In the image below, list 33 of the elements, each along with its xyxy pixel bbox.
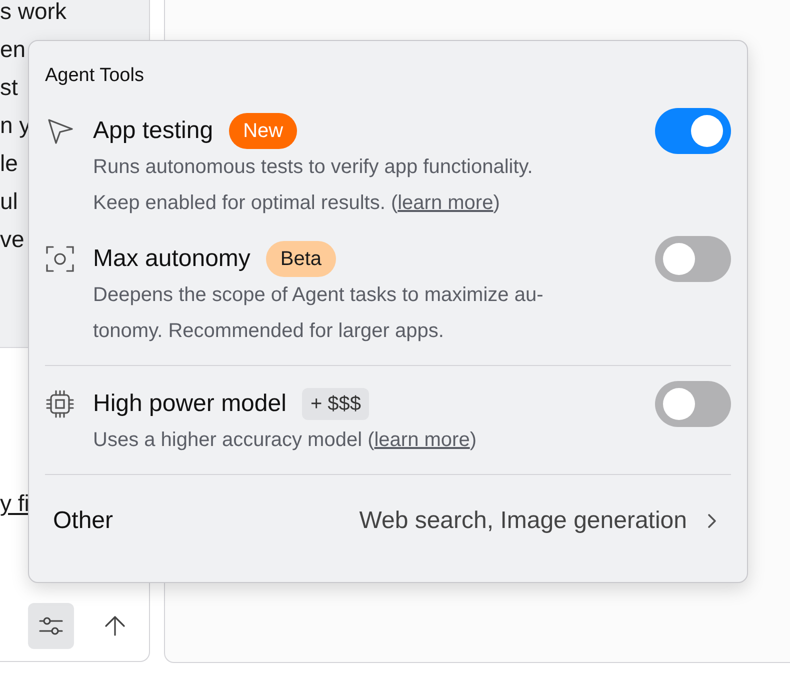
toggle-switch[interactable] xyxy=(655,236,731,282)
tool-description: Deepens the scope of Agent tasks to maximize au- xyxy=(93,283,544,308)
message-text: ul xyxy=(0,187,18,216)
tool-description: tonomy. Recommended for larger apps. xyxy=(93,319,445,344)
message-text: st xyxy=(0,73,18,102)
message-text: le xyxy=(0,149,18,178)
chevron-right-icon xyxy=(705,512,719,530)
other-value: Web search, Image generation xyxy=(359,507,687,535)
other-label: Other xyxy=(53,507,114,535)
arrow-up-icon xyxy=(103,614,127,638)
learn-more-link[interactable]: learn more xyxy=(398,192,494,214)
status-badge: Beta xyxy=(266,241,336,277)
learn-more-link[interactable]: learn more xyxy=(374,429,470,451)
tool-description: Keep enabled for optimal results. (learn more) xyxy=(93,191,501,216)
other-tools-row[interactable]: Other Web search, Image generation xyxy=(45,475,731,567)
tool-title: High power model xyxy=(93,390,286,418)
price-tag: + $$$ xyxy=(302,388,370,420)
message-text: en xyxy=(0,35,26,64)
status-badge: New xyxy=(229,113,298,149)
cursor-icon xyxy=(45,116,75,146)
chip-icon xyxy=(45,389,75,419)
focus-frame-icon xyxy=(45,244,75,274)
file-link[interactable]: y fi xyxy=(0,490,30,516)
toggle-switch[interactable] xyxy=(655,108,731,154)
tool-description: Uses a higher accuracy model (learn more) xyxy=(93,428,478,453)
message-text: s work xyxy=(0,0,66,26)
tool-title: App testing xyxy=(93,117,214,145)
tool-description: Runs autonomous tests to verify app functionality. xyxy=(93,155,534,180)
message-text: ve xyxy=(0,225,24,254)
tool-title: Max autonomy xyxy=(93,245,250,273)
toggle-switch[interactable] xyxy=(655,381,731,427)
popup-title: Agent Tools xyxy=(45,64,145,88)
settings-button[interactable] xyxy=(28,603,74,649)
